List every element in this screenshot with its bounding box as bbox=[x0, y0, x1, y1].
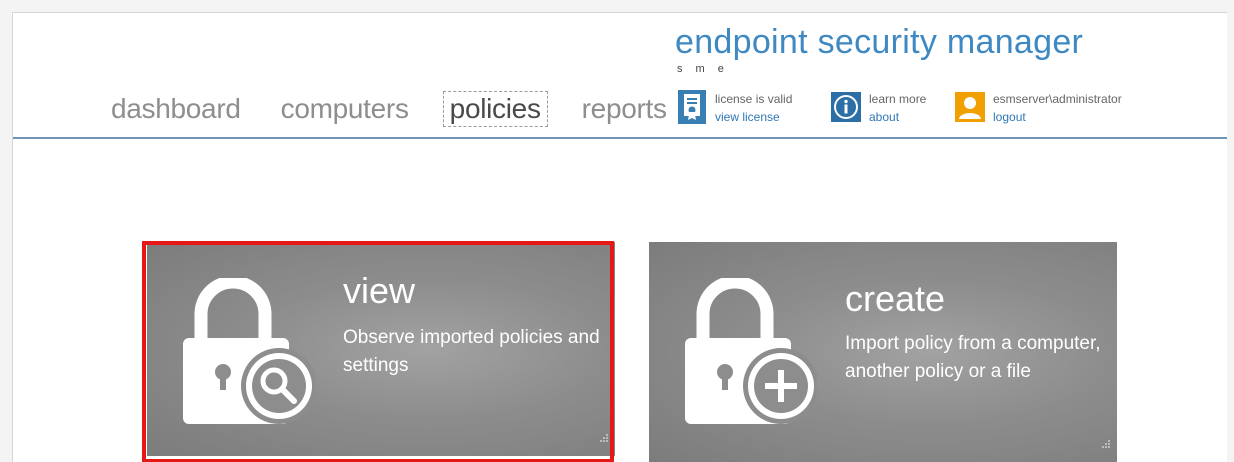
nav-computers[interactable]: computers bbox=[275, 92, 415, 126]
nav-policies[interactable]: policies bbox=[442, 91, 548, 127]
resize-grip-icon bbox=[1099, 438, 1111, 456]
license-status: license is valid view license bbox=[677, 90, 792, 126]
info-icon bbox=[831, 90, 861, 124]
main-nav: dashboard computers policies reports bbox=[105, 91, 701, 127]
app-frame: endpoint security manager s m e dashboar… bbox=[12, 12, 1227, 462]
create-tile-title: create bbox=[845, 278, 946, 319]
logout-link[interactable]: logout bbox=[993, 108, 1122, 126]
user-name-text: esmserver\administrator bbox=[993, 92, 1122, 106]
header-divider bbox=[13, 137, 1227, 139]
about-status: learn more about bbox=[831, 90, 926, 126]
learn-more-text: learn more bbox=[869, 92, 927, 106]
about-link[interactable]: about bbox=[869, 108, 926, 126]
view-policies-tile[interactable]: view Observe imported policies and setti… bbox=[147, 242, 615, 456]
app-title: endpoint security manager bbox=[675, 23, 1084, 61]
license-status-text: license is valid bbox=[715, 92, 793, 106]
create-tile-description: Import policy from a computer, another p… bbox=[845, 333, 1101, 382]
license-icon bbox=[677, 90, 707, 124]
view-license-link[interactable]: view license bbox=[715, 108, 792, 126]
lock-search-icon bbox=[175, 275, 317, 433]
resize-grip-icon bbox=[597, 432, 609, 450]
lock-add-icon bbox=[677, 275, 819, 433]
user-icon bbox=[955, 90, 985, 124]
user-status: esmserver\administrator logout bbox=[955, 90, 1122, 126]
view-tile-title: view bbox=[343, 270, 416, 311]
view-tile-description: Observe imported policies and settings bbox=[343, 327, 600, 376]
nav-reports[interactable]: reports bbox=[576, 92, 673, 126]
app-subtitle: s m e bbox=[677, 63, 729, 75]
create-policy-tile[interactable]: create Import policy from a computer, an… bbox=[649, 242, 1117, 462]
nav-dashboard[interactable]: dashboard bbox=[105, 92, 247, 126]
